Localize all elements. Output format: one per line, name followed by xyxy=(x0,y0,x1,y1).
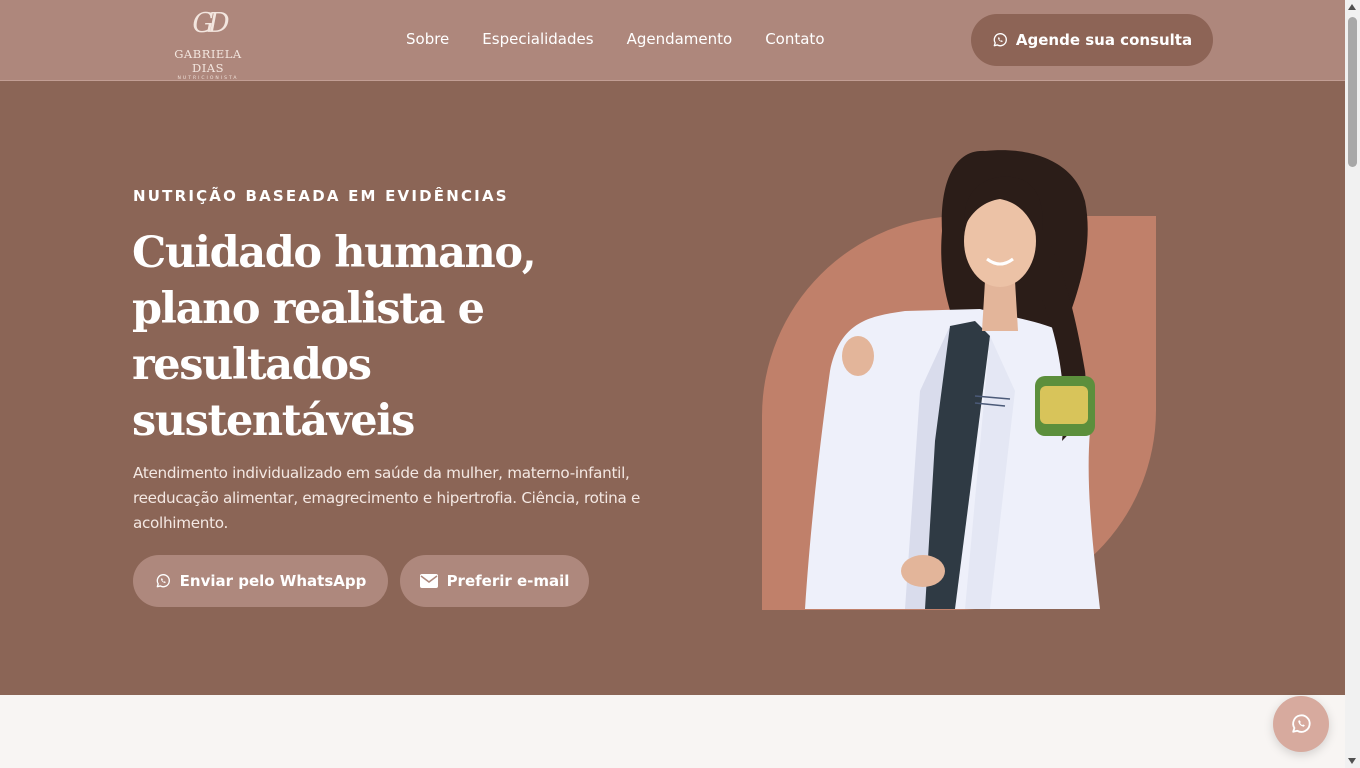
site-header: GD GABRIELA DIAS NUTRICIONISTA Sobre Esp… xyxy=(0,0,1345,81)
email-button-label: Preferir e-mail xyxy=(446,572,570,590)
scroll-up-arrow-icon[interactable] xyxy=(1348,4,1356,10)
whatsapp-icon xyxy=(1290,713,1312,735)
nav-link-agendamento[interactable]: Agendamento xyxy=(627,29,733,49)
hero-description: Atendimento individualizado em saúde da … xyxy=(133,464,641,532)
nav-link-especialidades[interactable]: Especialidades xyxy=(482,29,593,49)
scroll-down-arrow-icon[interactable] xyxy=(1348,758,1356,764)
logo[interactable]: GD GABRIELA DIAS NUTRICIONISTA xyxy=(158,4,258,81)
whatsapp-icon xyxy=(155,573,171,589)
envelope-icon xyxy=(419,574,438,588)
scrollbar-thumb[interactable] xyxy=(1348,17,1357,167)
next-section xyxy=(0,695,1345,768)
logo-name: GABRIELA DIAS xyxy=(174,47,242,75)
nutritionist-photo xyxy=(800,141,1120,611)
nav-link-contato[interactable]: Contato xyxy=(765,29,824,49)
whatsapp-button[interactable]: Enviar pelo WhatsApp xyxy=(133,555,388,607)
email-button[interactable]: Preferir e-mail xyxy=(400,555,589,607)
schedule-consultation-label: Agende sua consulta xyxy=(1015,31,1193,49)
vertical-scrollbar[interactable] xyxy=(1345,0,1360,768)
main-nav: Sobre Especialidades Agendamento Contato xyxy=(406,29,825,49)
hero-headline: Cuidado humano, plano realista e resulta… xyxy=(132,228,537,446)
hero-eyebrow: NUTRIÇÃO BASEADA EM EVIDÊNCIAS xyxy=(133,187,509,205)
hero-section: NUTRIÇÃO BASEADA EM EVIDÊNCIAS Cuidado h… xyxy=(0,81,1345,695)
logo-monogram: GD xyxy=(192,8,229,39)
whatsapp-icon xyxy=(992,32,1008,48)
whatsapp-button-label: Enviar pelo WhatsApp xyxy=(179,572,367,590)
nav-link-sobre[interactable]: Sobre xyxy=(406,29,449,49)
floating-whatsapp-button[interactable] xyxy=(1273,696,1329,752)
schedule-consultation-button[interactable]: Agende sua consulta xyxy=(971,14,1213,66)
